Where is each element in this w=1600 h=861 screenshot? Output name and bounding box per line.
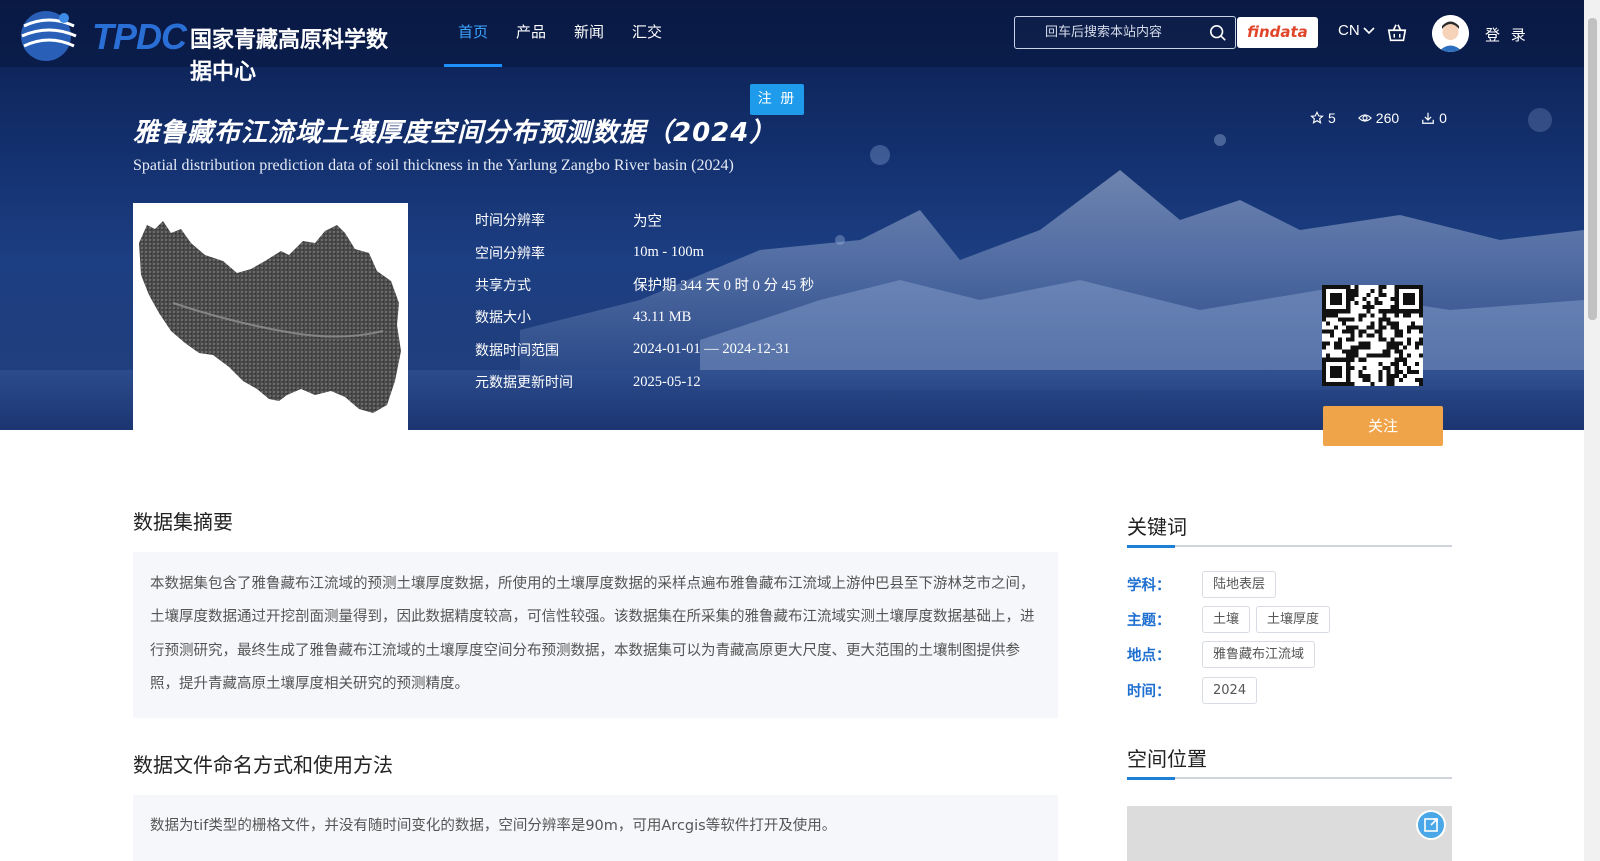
scrollbar-thumb[interactable]: [1588, 18, 1597, 320]
dataset-stats: 5 260 0: [1310, 110, 1447, 126]
keyword-row-place: 地点： 雅鲁藏布江流域: [1127, 641, 1316, 668]
meta-value: 为空: [633, 213, 662, 230]
search-icon[interactable]: [1209, 24, 1227, 42]
meta-value: 43.11 MB: [633, 308, 692, 325]
findata-button[interactable]: findata: [1237, 17, 1318, 48]
location-divider: [1127, 777, 1452, 780]
keyword-tag[interactable]: 雅鲁藏布江流域: [1202, 641, 1316, 668]
abstract-text: 本数据集包含了雅鲁藏布江流域的预测土壤厚度数据，所使用的土壤厚度数据的采样点遍布…: [133, 552, 1058, 718]
keyword-row-discipline: 学科： 陆地表层: [1127, 571, 1277, 598]
dataset-thumbnail[interactable]: [133, 203, 408, 430]
chevron-down-icon: [1363, 26, 1375, 34]
download-count: 0: [1421, 110, 1447, 126]
dataset-metadata: 时间分辨率 为空 空间分辨率 10m - 100m 共享方式 保护期 344 天 0 …: [475, 204, 814, 398]
star-icon: [1310, 111, 1324, 124]
language-label: CN: [1338, 22, 1360, 39]
keyword-label: 主题：: [1127, 613, 1171, 629]
abstract-title: 数据集摘要: [133, 510, 233, 534]
menu-item-products[interactable]: 产品: [502, 0, 560, 67]
view-count: 260: [1357, 110, 1400, 126]
findata-label: findata: [1247, 23, 1308, 41]
keyword-tag[interactable]: 2024: [1202, 677, 1258, 704]
search-box: [1014, 16, 1236, 49]
register-button[interactable]: 注 册: [750, 84, 804, 115]
basin-map-image: [139, 221, 401, 413]
cart-icon[interactable]: [1386, 22, 1408, 44]
dataset-title-cn: 雅鲁藏布江流域土壤厚度空间分布预测数据（2024）: [133, 118, 777, 148]
keywords-divider: [1127, 545, 1452, 548]
meta-key: 数据时间范围: [475, 342, 559, 359]
star-count-value: 5: [1328, 110, 1336, 126]
eye-icon: [1357, 114, 1372, 122]
meta-value: 2024-01-01 — 2024-12-31: [633, 341, 791, 358]
menu-item-news[interactable]: 新闻: [560, 0, 618, 67]
logo-full-name: 国家青藏高原科学数据中心: [190, 28, 389, 85]
qr-code-icon: [1322, 285, 1423, 386]
meta-row: 时间分辨率 为空: [475, 204, 814, 236]
keyword-row-theme: 主题： 土壤 土壤厚度: [1127, 606, 1331, 633]
main-menu: 首页 产品 新闻 汇交: [444, 0, 676, 67]
language-selector[interactable]: CN: [1338, 22, 1375, 39]
qr-code: [1322, 285, 1423, 386]
keyword-label: 学科：: [1127, 578, 1171, 594]
view-count-value: 260: [1375, 110, 1400, 126]
naming-title: 数据文件命名方式和使用方法: [133, 753, 393, 777]
download-icon: [1422, 112, 1435, 124]
meta-value: 10m - 100m: [633, 244, 704, 261]
globe-logo-icon: [21, 11, 77, 61]
meta-row: 数据大小 43.11 MB: [475, 301, 814, 333]
meta-key: 时间分辨率: [475, 213, 545, 230]
menu-item-home[interactable]: 首页: [444, 0, 503, 67]
meta-value: 2025-05-12: [633, 373, 701, 390]
logo-short: TPDC: [92, 16, 187, 57]
user-avatar-icon: [1432, 15, 1469, 52]
meta-key: 空间分辨率: [475, 245, 545, 262]
search-input[interactable]: [1023, 17, 1203, 48]
naming-text: 数据为tif类型的栅格文件，并没有随时间变化的数据，空间分辨率是90m，可用Ar…: [133, 795, 1058, 861]
location-title: 空间位置: [1127, 747, 1207, 771]
meta-row: 空间分辨率 10m - 100m: [475, 236, 814, 268]
keyword-label: 地点：: [1127, 648, 1171, 664]
expand-icon: [1424, 818, 1438, 832]
star-count[interactable]: 5: [1310, 110, 1336, 126]
keyword-row-time: 时间： 2024: [1127, 677, 1258, 704]
dataset-title-en: Spatial distribution prediction data of …: [133, 157, 734, 174]
meta-row: 元数据更新时间 2025-05-12: [475, 366, 814, 398]
follow-button[interactable]: 关注: [1323, 406, 1443, 446]
site-logo[interactable]: TPDC 国家青藏高原科学数据中心: [14, 4, 404, 85]
menu-item-submit[interactable]: 汇交: [618, 0, 676, 67]
avatar[interactable]: [1432, 15, 1469, 52]
location-map[interactable]: [1127, 806, 1452, 861]
keywords-title: 关键词: [1127, 515, 1187, 539]
meta-row: 共享方式 保护期 344 天 0 时 0 分 45 秒: [475, 269, 814, 301]
meta-key: 元数据更新时间: [475, 375, 573, 392]
meta-row: 数据时间范围 2024-01-01 — 2024-12-31: [475, 334, 814, 366]
keyword-tag[interactable]: 陆地表层: [1202, 571, 1277, 598]
top-nav: TPDC 国家青藏高原科学数据中心 首页 产品 新闻 汇交 findata CN: [0, 0, 1584, 85]
meta-key: 数据大小: [475, 310, 531, 327]
meta-value: 保护期 344 天 0 时 0 分 45 秒: [633, 278, 815, 295]
keyword-tag[interactable]: 土壤厚度: [1256, 606, 1331, 633]
download-count-value: 0: [1439, 110, 1447, 126]
keyword-label: 时间：: [1127, 684, 1171, 700]
meta-key: 共享方式: [475, 277, 531, 294]
login-link[interactable]: 登 录: [1485, 24, 1529, 45]
keyword-tag[interactable]: 土壤: [1202, 606, 1251, 633]
map-expand-button[interactable]: [1416, 810, 1446, 840]
